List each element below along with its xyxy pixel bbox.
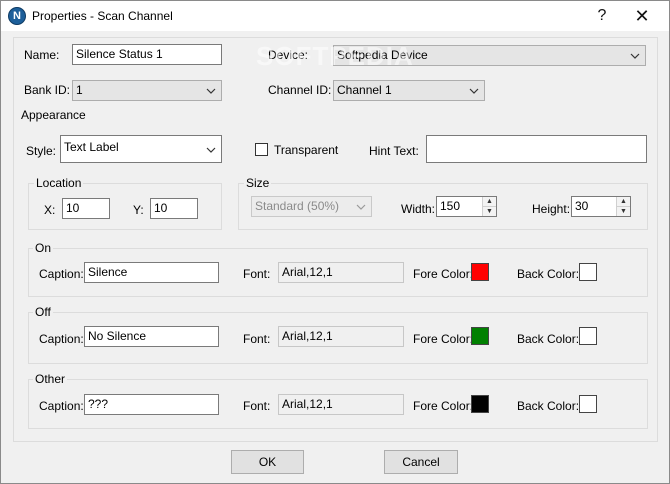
chevron-down-icon: [206, 147, 216, 153]
on-caption-field[interactable]: Silence: [84, 262, 219, 283]
other-fore-color-swatch[interactable]: [471, 395, 489, 413]
width-spinner[interactable]: ▲ ▼: [482, 197, 496, 216]
style-select-value: Text Label: [64, 140, 119, 154]
properties-panel: Name: Silence Status 1 Device: Softpedia…: [13, 37, 658, 442]
spin-up-icon[interactable]: ▲: [483, 197, 496, 207]
channel-id-select[interactable]: Channel 1: [333, 80, 485, 101]
off-back-color-swatch[interactable]: [579, 327, 597, 345]
name-field[interactable]: Silence Status 1: [72, 44, 222, 65]
bank-id-label: Bank ID:: [24, 83, 71, 97]
other-caption-field[interactable]: ???: [84, 394, 219, 415]
style-select[interactable]: Text Label: [60, 135, 222, 163]
hint-text-field[interactable]: [426, 135, 647, 163]
spin-down-icon[interactable]: ▼: [617, 207, 630, 216]
size-preset-value: Standard (50%): [255, 199, 340, 213]
location-y-label: Y:: [133, 203, 144, 217]
close-button[interactable]: ✕: [627, 5, 657, 27]
height-value: 30: [575, 199, 589, 213]
title-bar[interactable]: N Properties - Scan Channel ? ✕: [1, 1, 669, 31]
off-fore-color-label: Fore Color:: [413, 332, 474, 346]
on-fore-color-swatch[interactable]: [471, 263, 489, 281]
help-button[interactable]: ?: [587, 5, 617, 27]
location-group-title: Location: [34, 176, 84, 190]
chevron-down-icon: [630, 53, 640, 59]
on-group-title: On: [33, 241, 54, 255]
other-font-field[interactable]: Arial,12,1: [278, 394, 404, 415]
appearance-group-title: Appearance: [21, 108, 86, 122]
other-caption-label: Caption:: [39, 399, 84, 413]
width-label: Width:: [401, 202, 436, 216]
channel-id-label: Channel ID:: [268, 83, 332, 97]
height-label: Height:: [532, 202, 571, 216]
on-fore-color-label: Fore Color:: [413, 267, 474, 281]
ok-button[interactable]: OK: [231, 450, 304, 474]
size-preset-select: Standard (50%): [251, 196, 372, 217]
properties-window: N Properties - Scan Channel ? ✕ Name: Si…: [0, 0, 670, 484]
on-caption-label: Caption:: [39, 267, 84, 281]
width-field[interactable]: 150 ▲ ▼: [436, 196, 497, 217]
on-back-color-swatch[interactable]: [579, 263, 597, 281]
other-fore-color-label: Fore Color:: [413, 399, 474, 413]
style-label: Style:: [26, 144, 57, 158]
transparent-label: Transparent: [274, 143, 339, 157]
other-font-label: Font:: [243, 399, 271, 413]
off-font-label: Font:: [243, 332, 271, 346]
location-x-field[interactable]: 10: [62, 198, 110, 219]
height-spinner[interactable]: ▲ ▼: [616, 197, 630, 216]
off-back-color-label: Back Color:: [517, 332, 580, 346]
transparent-checkbox[interactable]: [255, 143, 268, 156]
spin-up-icon[interactable]: ▲: [617, 197, 630, 207]
bank-id-select[interactable]: 1: [72, 80, 222, 101]
size-group-title: Size: [244, 176, 272, 190]
spin-down-icon[interactable]: ▼: [483, 207, 496, 216]
off-font-field[interactable]: Arial,12,1: [278, 326, 404, 347]
chevron-down-icon: [469, 88, 479, 94]
height-field[interactable]: 30 ▲ ▼: [571, 196, 631, 217]
off-fore-color-swatch[interactable]: [471, 327, 489, 345]
off-caption-field[interactable]: No Silence: [84, 326, 219, 347]
n-logo-icon: N: [8, 7, 26, 25]
other-back-color-label: Back Color:: [517, 399, 580, 413]
on-font-label: Font:: [243, 267, 271, 281]
other-group-title: Other: [33, 372, 68, 386]
on-back-color-label: Back Color:: [517, 267, 580, 281]
location-x-label: X:: [44, 203, 56, 217]
chevron-down-icon: [206, 88, 216, 94]
cancel-button[interactable]: Cancel: [384, 450, 458, 474]
chevron-down-icon: [356, 204, 366, 210]
off-group-title: Off: [33, 305, 53, 319]
window-title: Properties - Scan Channel: [32, 9, 173, 23]
on-font-field[interactable]: Arial,12,1: [278, 262, 404, 283]
off-caption-label: Caption:: [39, 332, 84, 346]
name-label: Name:: [24, 48, 60, 62]
watermark: SOFTPEDIA: [256, 41, 414, 71]
other-back-color-swatch[interactable]: [579, 395, 597, 413]
location-y-field[interactable]: 10: [150, 198, 198, 219]
bank-id-value: 1: [76, 83, 83, 97]
width-value: 150: [440, 199, 461, 213]
channel-id-value: Channel 1: [337, 83, 392, 97]
hint-text-label: Hint Text:: [369, 144, 419, 158]
